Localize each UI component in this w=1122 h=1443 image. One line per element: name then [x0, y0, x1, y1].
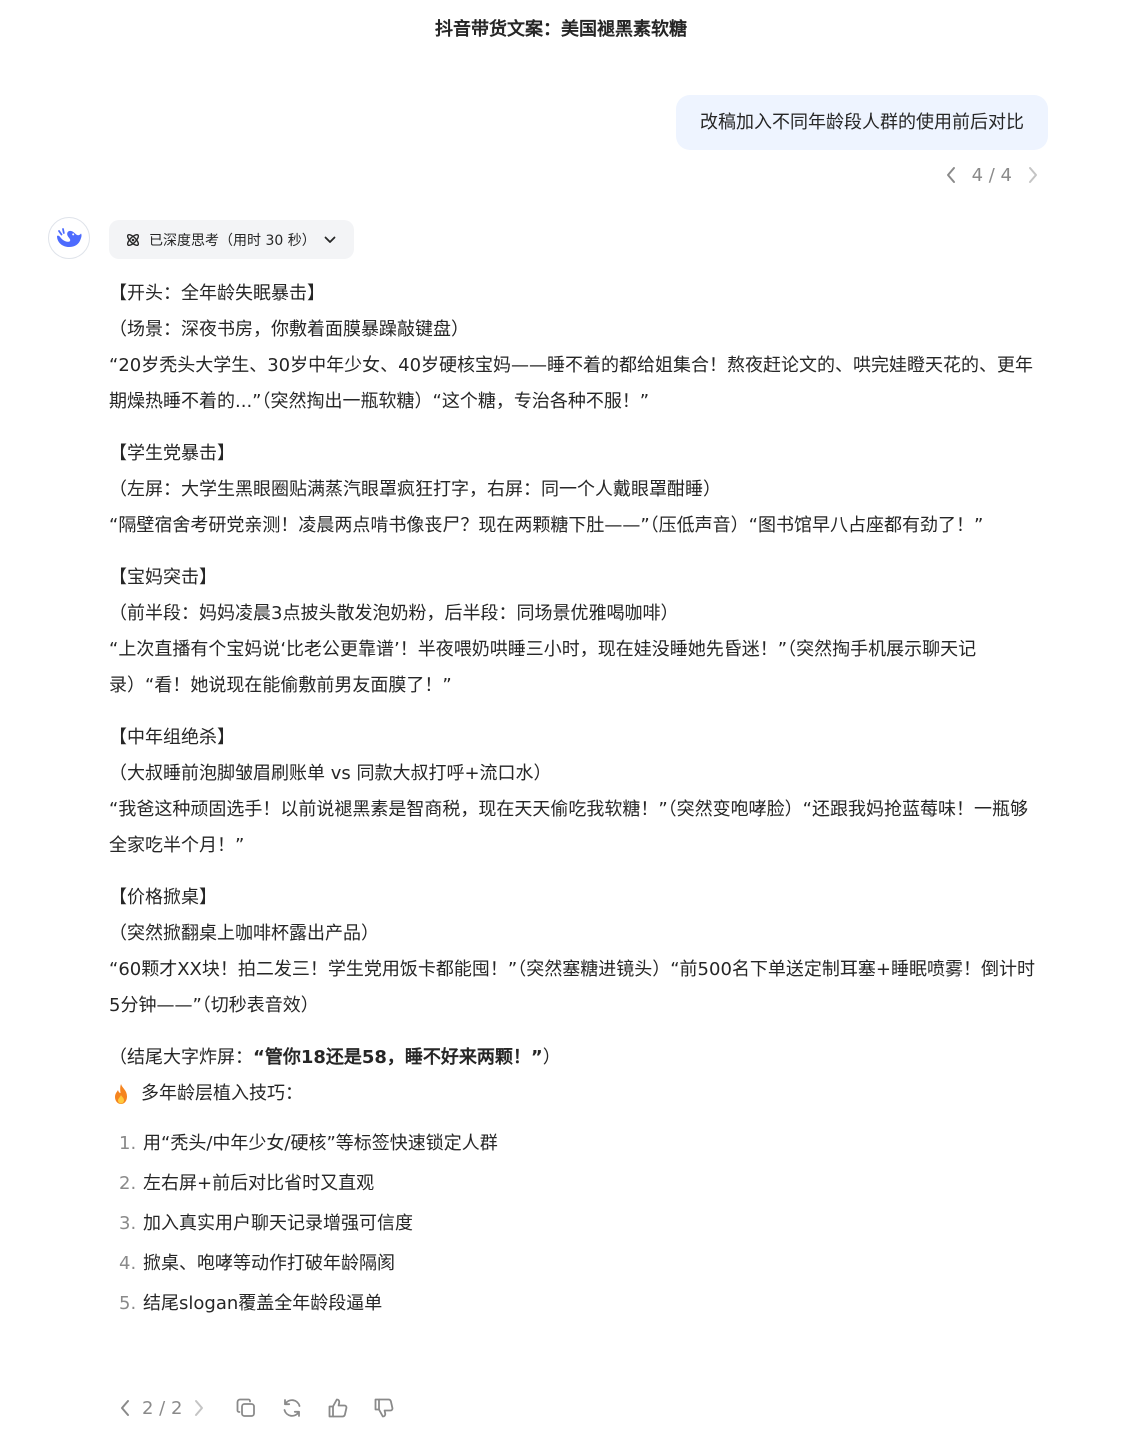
chevron-left-icon: [946, 167, 955, 183]
copy-icon: [237, 1398, 256, 1417]
atom-icon: [126, 233, 140, 246]
list-item: 5. 结尾slogan覆盖全年龄段逼单: [109, 1286, 1044, 1326]
list-item-number: 1.: [119, 1133, 137, 1154]
section-line: “上次直播有个宝妈说‘比老公更靠谱’！半夜喂奶哄睡三小时，现在娃没睡她先昏迷！”…: [109, 639, 977, 696]
section-title: 【宝妈突击】: [109, 567, 217, 588]
answer-pager: 2 / 2: [114, 1397, 210, 1419]
thinking-label: 已深度思考（用时 30 秒）: [149, 232, 316, 249]
assistant-avatar: [48, 217, 90, 259]
list-item: 3. 加入真实用户聊天记录增强可信度: [109, 1206, 1044, 1246]
dislike-button[interactable]: [366, 1392, 402, 1424]
section-title: 【开头：全年龄失眠暴击】: [109, 283, 325, 304]
page-title: 抖音带货文案：美国褪黑素软糖: [435, 19, 687, 40]
list-item: 1. 用“秃头/中年少女/硬核”等标签快速锁定人群: [109, 1126, 1044, 1166]
regenerate-icon: [284, 1399, 301, 1417]
section-title: 【价格掀桌】: [109, 887, 217, 908]
section-line: “隔壁宿舍考研党亲测！凌晨两点啃书像丧尸？现在两颗糖下肚——”（压低声音）“图书…: [109, 515, 984, 536]
user-message-bubble: 改稿加入不同年龄段人群的使用前后对比: [676, 95, 1048, 150]
list-item-text: 结尾slogan覆盖全年龄段逼单: [143, 1293, 383, 1314]
closing-prefix: （结尾大字炸屏：: [109, 1047, 253, 1068]
answer-pager-count: 2 / 2: [142, 1397, 183, 1419]
section-scene: （前半段：妈妈凌晨3点披头散发泡奶粉，后半段：同场景优雅喝咖啡）: [109, 603, 679, 624]
section-middle-aged: 【中年组绝杀】 （大叔睡前泡脚皱眉刷账单 vs 同款大叔打呼+流口水） “我爸这…: [109, 720, 1044, 864]
next-version-button[interactable]: [1022, 164, 1044, 186]
assistant-answer: 【开头：全年龄失眠暴击】 （场景：深夜书房，你敷着面膜暴躁敲键盘） “20岁秃头…: [109, 276, 1044, 1326]
section-scene: （左屏：大学生黑眼圈贴满蒸汽眼罩疯狂打字，右屏：同一个人戴眼罩酣睡）: [109, 479, 721, 500]
user-message-pager: 4 / 4: [940, 160, 1044, 190]
list-item-text: 左右屏+前后对比省时又直观: [143, 1173, 375, 1194]
section-line: “60颗才XX块！拍二发三！学生党用饭卡都能囤！”（突然塞糖进镜头）“前500名…: [109, 959, 1035, 1016]
user-message-pager-count: 4 / 4: [971, 164, 1012, 186]
list-item-number: 3.: [119, 1213, 137, 1234]
list-item-text: 用“秃头/中年少女/硬核”等标签快速锁定人群: [143, 1133, 498, 1154]
list-item-text: 掀桌、咆哮等动作打破年龄隔阂: [143, 1253, 395, 1274]
chevron-down-icon: [324, 236, 336, 243]
answer-actions: 2 / 2: [114, 1392, 402, 1424]
section-scene: （大叔睡前泡脚皱眉刷账单 vs 同款大叔打呼+流口水）: [109, 763, 552, 784]
deepseek-whale-icon: [57, 228, 82, 247]
section-line: “20岁秃头大学生、30岁中年少女、40岁硬核宝妈——睡不着的都给姐集合！熬夜赶…: [109, 355, 1034, 412]
tips-title: 多年龄层植入技巧：: [141, 1083, 303, 1104]
list-item-number: 2.: [119, 1173, 137, 1194]
closing-line: （结尾大字炸屏：“管你18还是58，睡不好来两颗！”）: [109, 1040, 1044, 1076]
list-item: 4. 掀桌、咆哮等动作打破年龄隔阂: [109, 1246, 1044, 1286]
thumbs-up-icon: [329, 1398, 348, 1418]
thumbs-down-icon: [375, 1398, 394, 1418]
closing-suffix: ）: [542, 1047, 561, 1068]
prev-version-button[interactable]: [940, 164, 962, 186]
section-scene: （突然掀翻桌上咖啡杯露出产品）: [109, 923, 379, 944]
next-answer-button[interactable]: [188, 1397, 210, 1419]
list-item: 2. 左右屏+前后对比省时又直观: [109, 1166, 1044, 1206]
regenerate-button[interactable]: [274, 1392, 310, 1424]
fire-icon: [109, 1082, 133, 1106]
tips-heading: 多年龄层植入技巧：: [109, 1076, 1044, 1112]
prev-answer-button[interactable]: [114, 1397, 136, 1419]
section-title: 【中年组绝杀】: [109, 727, 235, 748]
list-item-text: 加入真实用户聊天记录增强可信度: [143, 1213, 413, 1234]
list-item-number: 5.: [119, 1293, 137, 1314]
chevron-right-icon: [1029, 167, 1037, 183]
chevron-right-icon: [195, 1400, 204, 1416]
section-mom: 【宝妈突击】 （前半段：妈妈凌晨3点披头散发泡奶粉，后半段：同场景优雅喝咖啡） …: [109, 560, 1044, 704]
list-item-number: 4.: [119, 1253, 137, 1274]
section-opening: 【开头：全年龄失眠暴击】 （场景：深夜书房，你敷着面膜暴躁敲键盘） “20岁秃头…: [109, 276, 1044, 420]
like-button[interactable]: [320, 1392, 356, 1424]
copy-button[interactable]: [228, 1392, 264, 1424]
section-title: 【学生党暴击】: [109, 443, 235, 464]
closing-slogan: “管你18还是58，睡不好来两颗！”: [253, 1047, 543, 1068]
section-scene: （场景：深夜书房，你敷着面膜暴躁敲键盘）: [109, 319, 469, 340]
chevron-left-icon: [121, 1400, 129, 1416]
section-line: “我爸这种顽固选手！以前说褪黑素是智商税，现在天天偷吃我软糖！”（突然变咆哮脸）…: [109, 799, 1028, 856]
tips-list: 1. 用“秃头/中年少女/硬核”等标签快速锁定人群 2. 左右屏+前后对比省时又直观…: [109, 1126, 1044, 1326]
section-price: 【价格掀桌】 （突然掀翻桌上咖啡杯露出产品） “60颗才XX块！拍二发三！学生党…: [109, 880, 1044, 1024]
thinking-toggle[interactable]: 已深度思考（用时 30 秒）: [109, 220, 354, 259]
section-student: 【学生党暴击】 （左屏：大学生黑眼圈贴满蒸汽眼罩疯狂打字，右屏：同一个人戴眼罩酣…: [109, 436, 1044, 544]
